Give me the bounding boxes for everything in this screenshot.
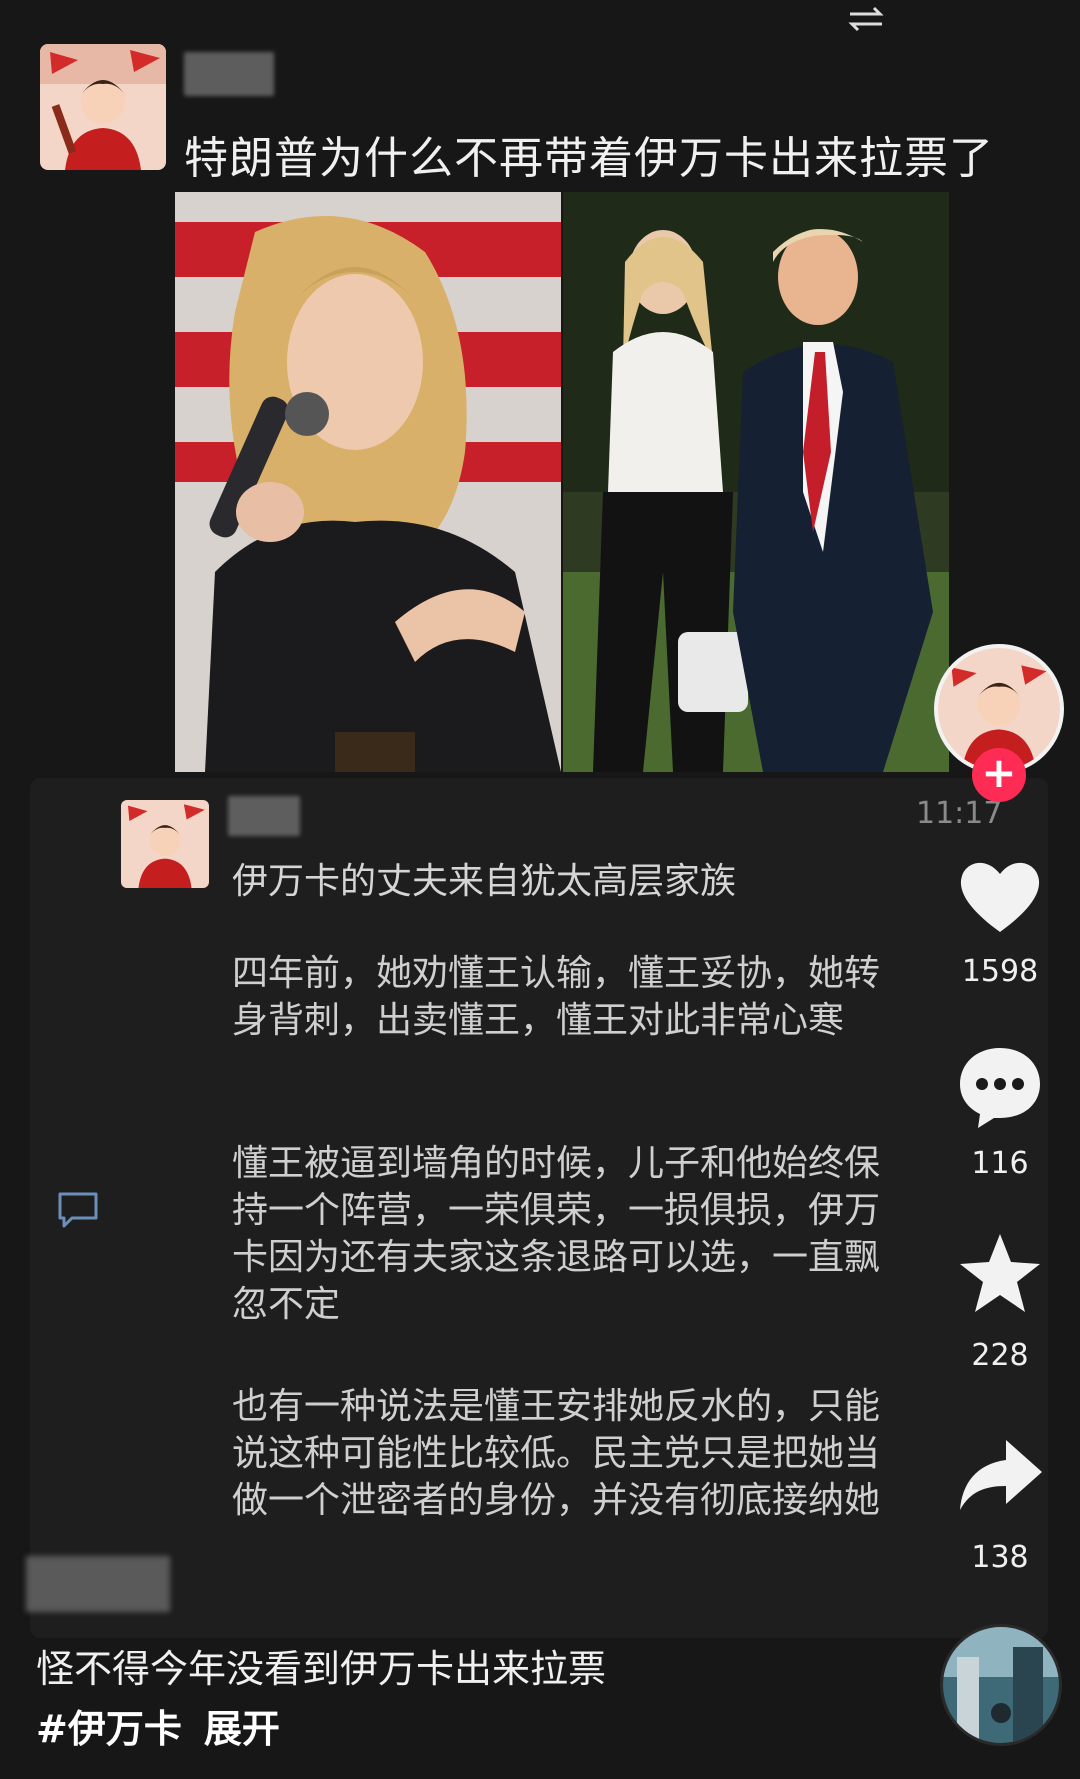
commenter-avatar[interactable]: [121, 800, 209, 888]
expand-link[interactable]: 展开: [204, 1707, 280, 1751]
star-icon[interactable]: [954, 1228, 1046, 1320]
comment-count: 116: [971, 1146, 1029, 1181]
share-arrow-icon[interactable]: [954, 1430, 1046, 1522]
video-caption: 怪不得今年没看到伊万卡出来拉票: [36, 1647, 607, 1691]
music-disc[interactable]: [940, 1624, 1062, 1746]
caption-tags: #伊万卡 展开: [36, 1698, 302, 1753]
author-name-blurred: [184, 52, 274, 96]
like-count: 1598: [961, 954, 1039, 989]
comment-paragraph-2: 懂王被逼到墙角的时候，儿子和他始终保持一个阵营，一荣俱荣，一损俱损，伊万卡因为还…: [232, 1143, 881, 1325]
share-count: 138: [971, 1540, 1029, 1575]
video-page: 特朗普为什么不再带着伊万卡出来拉票了 11:17 伊万卡的丈夫来自犹太高层家族 …: [0, 0, 1080, 1779]
switch-icon[interactable]: [846, 2, 886, 36]
commenter-name-blurred: [228, 796, 300, 836]
comment-paragraph-3: 也有一种说法是懂王安排她反水的，只能说这种可能性比较低。民主党只是把她当做一个泄…: [232, 1386, 881, 1521]
post-title: 特朗普为什么不再带着伊万卡出来拉票了: [184, 133, 994, 184]
post-author-avatar[interactable]: [40, 44, 166, 170]
post-image-left[interactable]: [175, 192, 561, 772]
comment-paragraph-1: 四年前，她劝懂王认输，懂王妥协，她转身背刺，出卖懂王，懂王对此非常心寒: [232, 953, 881, 1041]
post-image-right[interactable]: [563, 192, 949, 772]
follow-button[interactable]: +: [972, 748, 1026, 802]
favorite-count: 228: [971, 1338, 1029, 1373]
bottom-author-blurred: [26, 1556, 170, 1612]
comment-bubble-icon[interactable]: [954, 1040, 1046, 1132]
reply-icon[interactable]: [56, 1190, 100, 1230]
comment-time: 11:17: [916, 796, 1003, 831]
comment-heading: 伊万卡的丈夫来自犹太高层家族: [232, 861, 737, 902]
hashtag-link[interactable]: #伊万卡: [36, 1707, 182, 1751]
heart-icon[interactable]: [954, 850, 1046, 942]
